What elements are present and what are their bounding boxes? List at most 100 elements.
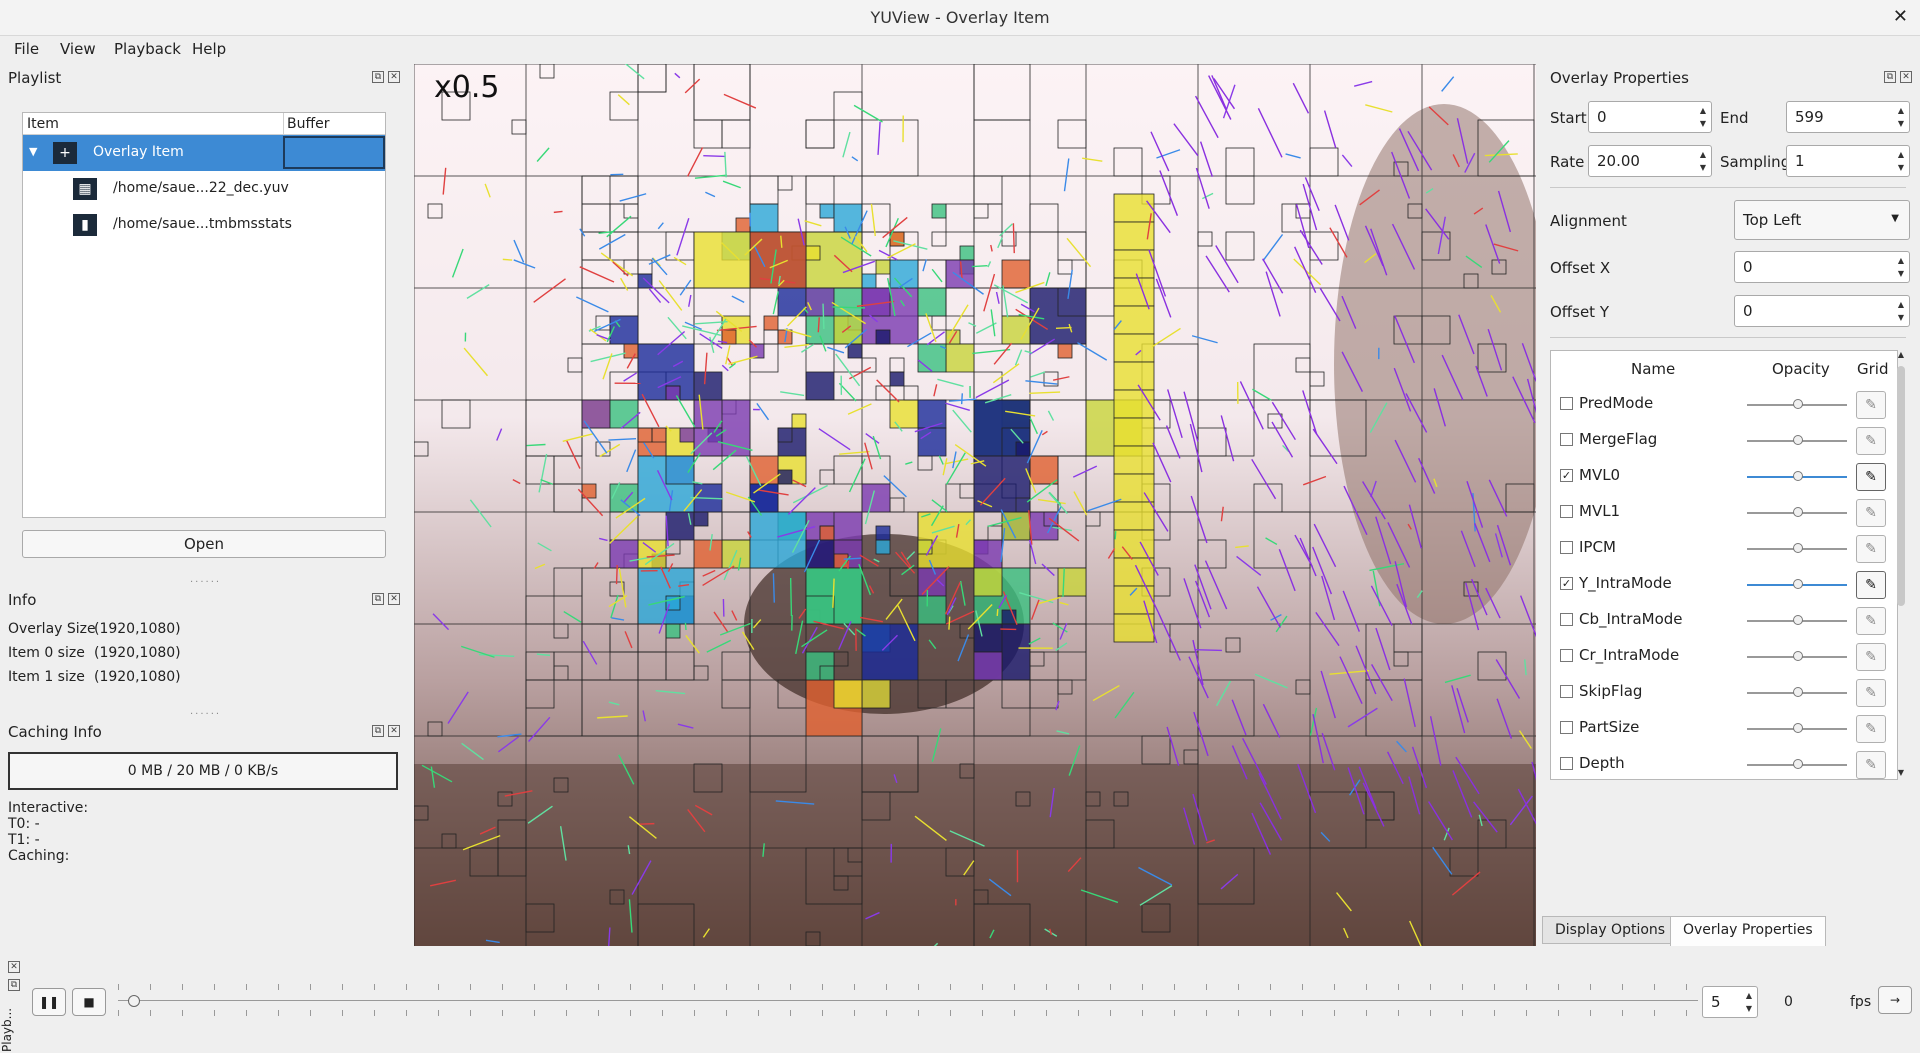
layer-row[interactable]: PartSize ✎ [1551,711,1886,747]
spin-arrows-icon[interactable]: ▲ ▼ [1697,104,1709,130]
close-window-icon[interactable]: ✕ [1893,6,1908,27]
close-icon[interactable]: ✕ [1900,71,1912,83]
splitter-handle[interactable]: ...... [190,574,221,585]
close-icon[interactable]: ✕ [8,961,20,973]
expand-arrow-icon[interactable]: ▼ [29,145,37,158]
close-icon[interactable]: ✕ [388,725,400,737]
opacity-slider-handle[interactable] [1793,687,1803,697]
layer-row[interactable]: ✓ MVL0 ✎ [1551,459,1886,495]
grid-pen-icon[interactable]: ✎ [1856,391,1886,419]
spin-arrows-icon[interactable]: ▲ ▼ [1895,254,1907,280]
layer-checkbox[interactable] [1560,541,1573,554]
playlist-item-stats[interactable]: ▮ /home/saue...tmbmsstats [23,207,385,243]
grid-pen-icon[interactable]: ✎ [1856,427,1886,455]
layer-row[interactable]: MergeFlag ✎ [1551,423,1886,459]
column-item[interactable]: Item [27,116,59,132]
scroll-down-icon[interactable]: ▼ [1894,768,1908,780]
layer-checkbox[interactable] [1560,397,1573,410]
opacity-slider-handle[interactable] [1793,615,1803,625]
offset-x-value: 0 [1743,258,1753,276]
open-button[interactable]: Open [22,530,386,558]
grid-pen-icon[interactable]: ✎ [1856,571,1886,599]
opacity-slider-handle[interactable] [1793,399,1803,409]
menu-help[interactable]: Help [192,40,226,58]
opacity-slider-handle[interactable] [1793,651,1803,661]
layer-checkbox[interactable] [1560,433,1573,446]
coding-block [931,203,947,219]
spin-arrows-icon[interactable]: ▲ ▼ [1743,989,1755,1015]
layer-checkbox[interactable]: ✓ [1560,469,1573,482]
playlist-item-overlay[interactable]: ▼ + Overlay Item [23,135,385,171]
tab-display-options[interactable]: Display Options [1542,916,1679,944]
layer-checkbox[interactable] [1560,685,1573,698]
layer-checkbox[interactable]: ✓ [1560,577,1573,590]
layer-checkbox[interactable] [1560,613,1573,626]
grid-pen-icon[interactable]: ✎ [1856,499,1886,527]
spin-arrows-icon[interactable]: ▲ ▼ [1697,148,1709,174]
playlist-item-yuv[interactable]: ▦ /home/saue...22_dec.yuv [23,171,385,207]
layer-checkbox[interactable] [1560,721,1573,734]
column-buffer[interactable]: Buffer [287,116,330,132]
opacity-slider-handle[interactable] [1793,723,1803,733]
grid-pen-icon[interactable]: ✎ [1856,535,1886,563]
layer-row[interactable]: Cr_IntraMode ✎ [1551,639,1886,675]
splitter-handle[interactable]: ...... [190,706,221,717]
sampling-spinbox[interactable]: 1 ▲ ▼ [1786,145,1910,177]
grid-pen-icon[interactable]: ✎ [1856,463,1886,491]
layer-row[interactable]: Cb_IntraMode ✎ [1551,603,1886,639]
layer-checkbox[interactable] [1560,649,1573,662]
opacity-slider-handle[interactable] [1793,507,1803,517]
layer-row[interactable]: MVL1 ✎ [1551,495,1886,531]
pause-button[interactable]: ❚❚ [32,988,66,1016]
tab-overlay-properties[interactable]: Overlay Properties [1670,916,1826,946]
layer-row[interactable]: PredMode ✎ [1551,387,1886,423]
spin-arrows-icon[interactable]: ▲ ▼ [1895,298,1907,324]
float-icon[interactable]: ⧉ [8,979,20,991]
playlist-tree[interactable]: Item Buffer ▼ + Overlay Item ▦ /home/sau… [22,112,386,518]
alignment-dropdown[interactable]: Top Left ▼ [1734,200,1910,240]
opacity-slider-handle[interactable] [1793,759,1803,769]
layer-table-scrollbar[interactable]: ▲ ▼ [1894,350,1908,780]
float-icon[interactable]: ⧉ [372,71,384,83]
stop-button[interactable]: ■ [72,988,106,1016]
offset-y-spinbox[interactable]: 0 ▲ ▼ [1734,295,1910,327]
rate-spinbox[interactable]: 20.00 ▲ ▼ [1588,145,1712,177]
playlist-header: Item Buffer [23,113,385,135]
spin-arrows-icon[interactable]: ▲ ▼ [1895,148,1907,174]
grid-pen-icon[interactable]: ✎ [1856,607,1886,635]
end-spinbox[interactable]: 599 ▲ ▼ [1786,101,1910,133]
close-icon[interactable]: ✕ [388,593,400,605]
menu-playback[interactable]: Playback [114,40,181,58]
video-viewer[interactable]: x0.5 [414,64,1536,946]
layer-checkbox[interactable] [1560,505,1573,518]
grid-pen-icon[interactable]: ✎ [1856,679,1886,707]
grid-pen-icon[interactable]: ✎ [1856,643,1886,671]
menu-view[interactable]: View [60,40,96,58]
float-icon[interactable]: ⧉ [1884,71,1896,83]
frame-spinbox[interactable]: 5 ▲ ▼ [1702,986,1758,1018]
offset-x-spinbox[interactable]: 0 ▲ ▼ [1734,251,1910,283]
opacity-slider-handle[interactable] [1793,579,1803,589]
layer-row[interactable]: Depth ✎ [1551,747,1886,779]
spin-arrows-icon[interactable]: ▲ ▼ [1895,104,1907,130]
opacity-slider-handle[interactable] [1793,471,1803,481]
float-icon[interactable]: ⧉ [372,593,384,605]
frame-slider[interactable] [118,1000,1698,1004]
start-spinbox[interactable]: 0 ▲ ▼ [1588,101,1712,133]
statistics-layer-table[interactable]: Name Opacity Grid PredMode ✎ MergeFlag ✎ ✓ MV… [1550,350,1898,780]
layer-checkbox[interactable] [1560,757,1573,770]
frame-slider-handle[interactable] [128,995,140,1007]
menu-file[interactable]: File [14,40,39,58]
close-icon[interactable]: ✕ [388,71,400,83]
layer-row[interactable]: SkipFlag ✎ [1551,675,1886,711]
layer-row[interactable]: ✓ Y_IntraMode ✎ [1551,567,1886,603]
layer-row[interactable]: IPCM ✎ [1551,531,1886,567]
scroll-up-icon[interactable]: ▲ [1894,350,1908,362]
opacity-slider-handle[interactable] [1793,435,1803,445]
scroll-thumb[interactable] [1897,366,1905,606]
opacity-slider-handle[interactable] [1793,543,1803,553]
float-icon[interactable]: ⧉ [372,725,384,737]
repeat-mode-button[interactable]: → [1878,986,1912,1014]
grid-pen-icon[interactable]: ✎ [1856,751,1886,779]
grid-pen-icon[interactable]: ✎ [1856,715,1886,743]
